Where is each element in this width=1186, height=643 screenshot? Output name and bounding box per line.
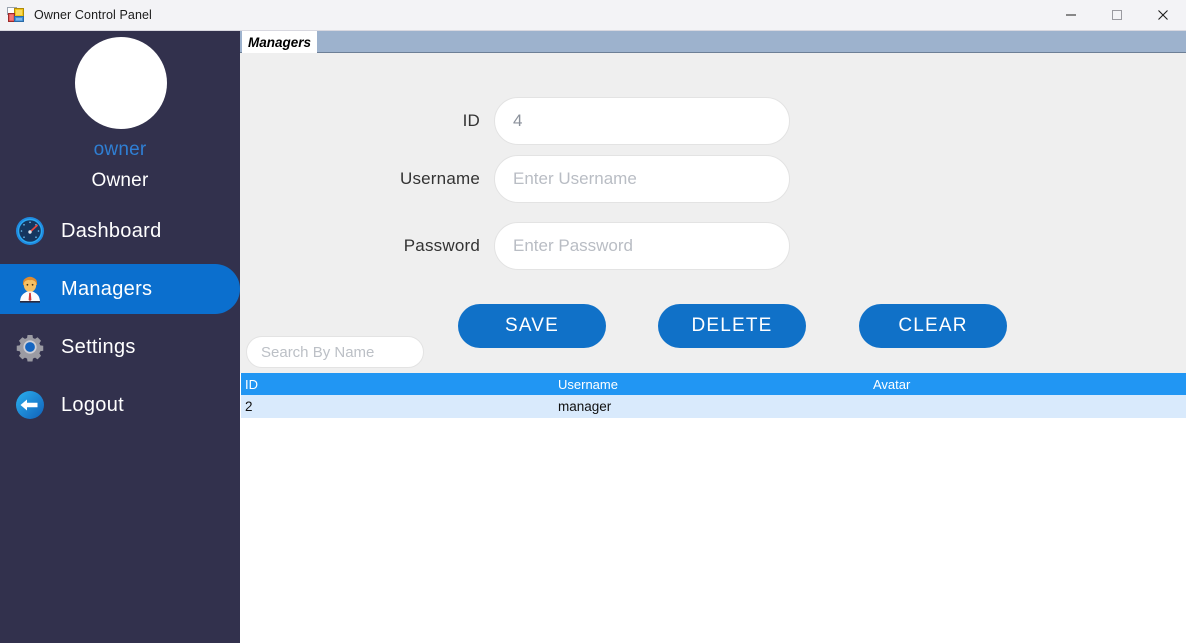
window-controls xyxy=(1048,0,1186,31)
sidebar-item-dashboard[interactable]: Dashboard xyxy=(0,206,240,256)
sidebar-item-logout[interactable]: Logout xyxy=(0,380,240,430)
sidebar-nav: Dashboard Managers Settings Logout xyxy=(0,206,240,438)
sidebar-item-label: Settings xyxy=(61,335,136,358)
username-label: Username xyxy=(399,169,480,188)
tab-strip: Managers xyxy=(240,31,1186,53)
logout-arrow-icon xyxy=(15,390,45,420)
grid-left-edge xyxy=(240,373,241,643)
sidebar-item-label: Logout xyxy=(61,393,124,416)
managers-grid: ID Username Avatar 2 manager xyxy=(240,373,1186,643)
sidebar-role: Owner xyxy=(91,170,149,191)
manager-person-icon xyxy=(15,274,45,304)
main-content: Managers ID 4 Username Enter Username Pa… xyxy=(240,31,1186,643)
cell-id: 2 xyxy=(245,399,253,414)
clear-button[interactable]: CLEAR xyxy=(859,304,1007,348)
window-title: Owner Control Panel xyxy=(34,8,152,22)
grid-empty-area xyxy=(240,419,1186,641)
grid-header-row: ID Username Avatar xyxy=(240,373,1186,395)
sidebar: owner Owner Dashboard Managers Settings … xyxy=(0,31,240,643)
sidebar-item-managers[interactable]: Managers xyxy=(0,264,240,314)
title-bar: Owner Control Panel xyxy=(0,0,1186,31)
tab-managers[interactable]: Managers xyxy=(242,31,318,53)
column-header-avatar[interactable]: Avatar xyxy=(873,377,1186,392)
username-field-row: Username Enter Username xyxy=(350,155,790,203)
owner-control-panel-window: Owner Control Panel owner Owner Dashboar… xyxy=(0,0,1186,643)
minimize-icon[interactable] xyxy=(1048,0,1094,31)
sidebar-item-settings[interactable]: Settings xyxy=(0,322,240,372)
sidebar-item-label: Managers xyxy=(61,277,153,300)
password-field-row: Password Enter Password xyxy=(350,222,790,270)
winforms-app-icon xyxy=(7,7,25,23)
id-field-row: ID 4 xyxy=(350,97,790,145)
save-button[interactable]: SAVE xyxy=(458,304,606,348)
maximize-icon[interactable] xyxy=(1094,0,1140,31)
close-icon[interactable] xyxy=(1140,0,1186,31)
dashboard-gauge-icon xyxy=(15,216,45,246)
cell-username: manager xyxy=(558,399,612,414)
password-input[interactable]: Enter Password xyxy=(494,222,790,270)
column-header-username[interactable]: Username xyxy=(558,377,873,392)
table-row[interactable]: 2 manager xyxy=(240,395,1186,419)
id-input[interactable]: 4 xyxy=(494,97,790,145)
gear-icon xyxy=(15,332,45,362)
column-header-id[interactable]: ID xyxy=(240,377,558,392)
manager-form-panel: ID 4 Username Enter Username Password En… xyxy=(240,53,1186,373)
username-input[interactable]: Enter Username xyxy=(494,155,790,203)
delete-button[interactable]: DELETE xyxy=(658,304,806,348)
search-input[interactable]: Search By Name xyxy=(246,336,424,368)
sidebar-username: owner xyxy=(93,139,147,160)
id-label: ID xyxy=(462,111,480,130)
password-label: Password xyxy=(403,236,480,255)
sidebar-item-label: Dashboard xyxy=(61,219,162,242)
avatar xyxy=(75,37,167,129)
